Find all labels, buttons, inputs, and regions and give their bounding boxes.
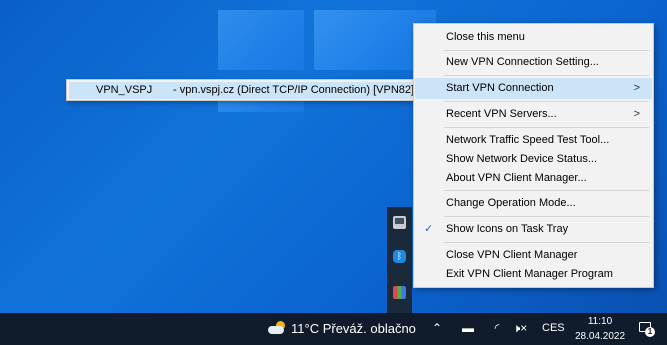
menu-item-close-menu[interactable]: Close this menu xyxy=(415,27,652,48)
menu-item-label: New VPN Connection Setting... xyxy=(446,56,599,68)
menu-separator xyxy=(444,216,649,217)
menu-separator xyxy=(444,190,649,191)
menu-item-about[interactable]: About VPN Client Manager... xyxy=(415,168,652,189)
submenu-item-vpn-vspj[interactable]: VPN_VSPJ - vpn.vspj.cz (Direct TCP/IP Co… xyxy=(69,82,415,99)
vpn-connection-submenu: VPN_VSPJ - vpn.vspj.cz (Direct TCP/IP Co… xyxy=(66,79,415,101)
taskbar: 11°C Převáž. oblačno ⌃ ▬ ◜ 🕨× CES 11:10 … xyxy=(0,313,667,345)
clock-date[interactable]: 28.04.2022 xyxy=(575,331,625,342)
menu-item-change-operation-mode[interactable]: Change Operation Mode... xyxy=(415,193,652,214)
menu-item-label: Show Icons on Task Tray xyxy=(446,223,569,235)
menu-item-network-device-status[interactable]: Show Network Device Status... xyxy=(415,149,652,170)
vpn-connection-name: VPN_VSPJ xyxy=(96,84,153,96)
menu-item-start-vpn-connection[interactable]: Start VPN Connection > xyxy=(415,78,652,99)
menu-separator xyxy=(444,75,649,76)
menu-item-label: Close this menu xyxy=(446,31,525,43)
menu-item-label: Change Operation Mode... xyxy=(446,197,576,209)
weather-cloud-sun-icon[interactable] xyxy=(268,321,286,335)
menu-item-label: Recent VPN Servers... xyxy=(446,108,557,120)
menu-item-label: Exit VPN Client Manager Program xyxy=(446,268,613,280)
vpn-connection-detail: - vpn.vspj.cz (Direct TCP/IP Connection)… xyxy=(173,84,415,96)
monitor-icon[interactable] xyxy=(393,216,406,229)
menu-item-show-icons-on-tray[interactable]: ✓ Show Icons on Task Tray xyxy=(415,219,652,240)
app-icon[interactable] xyxy=(393,286,406,299)
menu-separator xyxy=(444,50,649,51)
language-indicator[interactable]: CES xyxy=(542,322,565,334)
bluetooth-icon[interactable]: ᛒ xyxy=(393,250,406,263)
notification-badge: 1 xyxy=(645,327,655,337)
wifi-icon[interactable]: ◜ xyxy=(489,321,505,335)
weather-text[interactable]: 11°C Převáž. oblačno xyxy=(291,321,416,336)
menu-item-label: About VPN Client Manager... xyxy=(446,172,587,184)
menu-item-speed-test[interactable]: Network Traffic Speed Test Tool... xyxy=(415,130,652,151)
menu-separator xyxy=(444,242,649,243)
notification-icon[interactable]: 1 xyxy=(638,321,655,337)
menu-item-exit-program[interactable]: Exit VPN Client Manager Program xyxy=(415,264,652,285)
windows-logo-pane xyxy=(218,10,304,70)
menu-item-label: Network Traffic Speed Test Tool... xyxy=(446,134,610,146)
network-icon[interactable]: ▬ xyxy=(460,321,476,335)
menu-item-label: Start VPN Connection xyxy=(446,82,554,94)
tray-overflow-panel: ᛒ xyxy=(387,207,412,313)
menu-separator xyxy=(444,127,649,128)
chevron-up-icon[interactable]: ⌃ xyxy=(430,321,444,335)
menu-item-close-vpn-client-manager[interactable]: Close VPN Client Manager xyxy=(415,245,652,266)
chevron-right-icon: > xyxy=(633,82,640,94)
menu-separator xyxy=(444,101,649,102)
menu-item-new-vpn-connection[interactable]: New VPN Connection Setting... xyxy=(415,52,652,73)
volume-muted-icon[interactable]: 🕨× xyxy=(512,321,528,336)
menu-item-label: Show Network Device Status... xyxy=(446,153,598,165)
menu-item-label: Close VPN Client Manager xyxy=(446,249,578,261)
chevron-right-icon: > xyxy=(633,108,640,120)
clock-time[interactable]: 11:10 xyxy=(580,316,620,327)
menu-item-recent-vpn-servers[interactable]: Recent VPN Servers... > xyxy=(415,104,652,125)
context-menu: Close this menu New VPN Connection Setti… xyxy=(413,23,654,288)
checkmark-icon: ✓ xyxy=(424,223,434,235)
